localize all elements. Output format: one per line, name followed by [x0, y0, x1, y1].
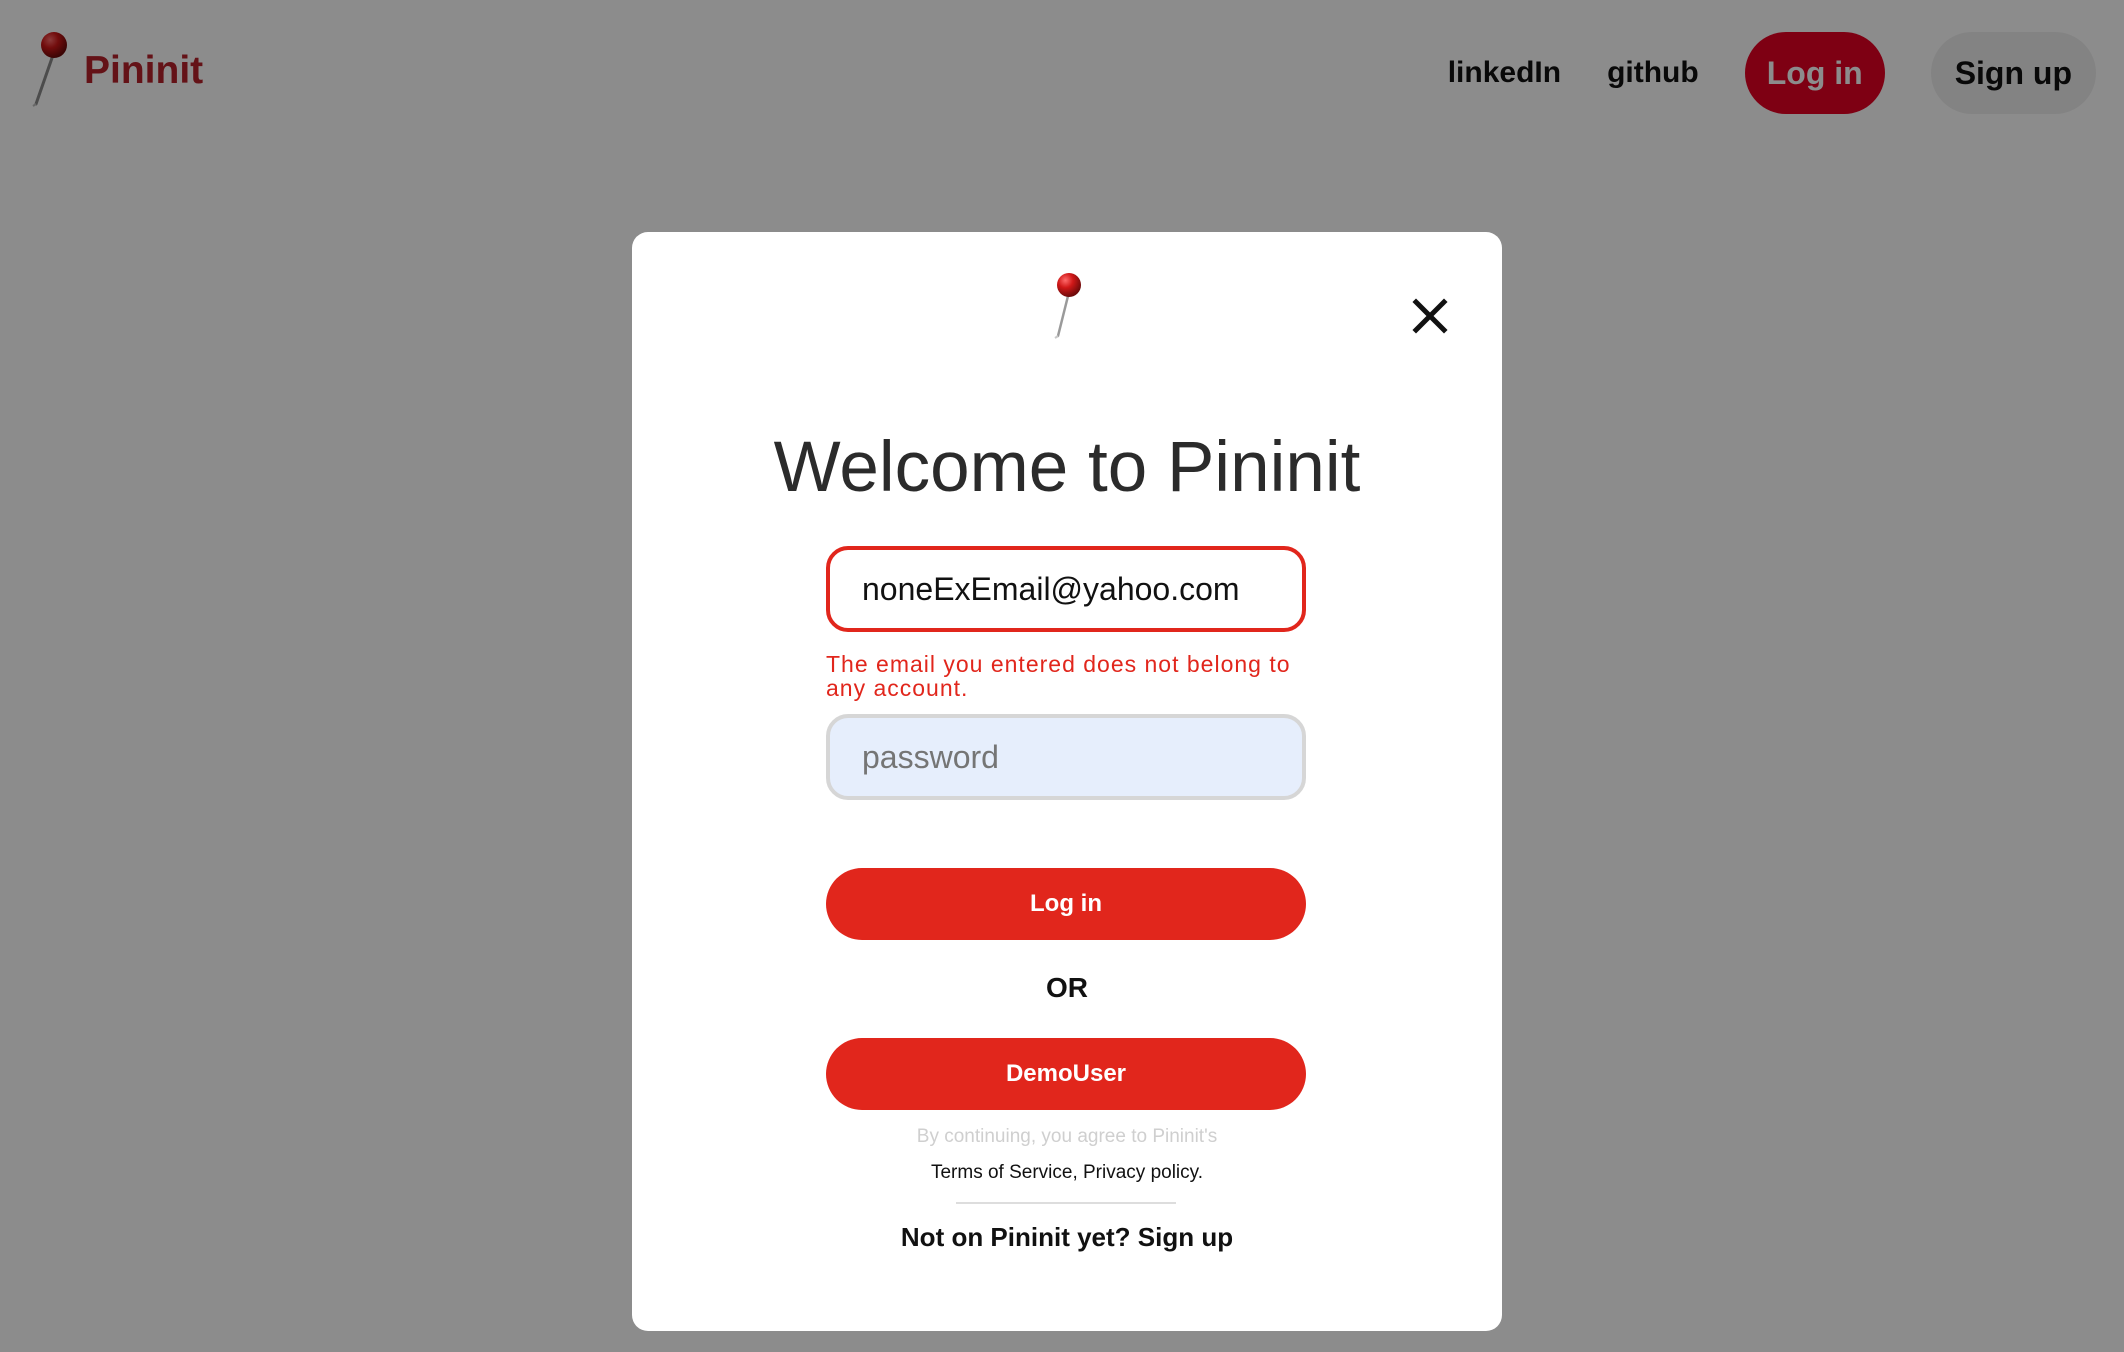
email-input[interactable]	[826, 546, 1306, 632]
login-button[interactable]: Log in	[826, 868, 1306, 940]
login-modal: Welcome to Pininit The email you entered…	[632, 232, 1502, 1331]
signup-link[interactable]: Not on Pininit yet? Sign up	[632, 1222, 1502, 1253]
or-divider-text: OR	[1046, 972, 1088, 1003]
pushpin-icon	[1054, 273, 1081, 339]
password-input[interactable]	[826, 714, 1306, 800]
terms-prefix-text: By continuing, you agree to Pininit's	[916, 1126, 1218, 1147]
email-error-message: The email you entered does not belong to…	[826, 651, 1291, 701]
demo-user-button[interactable]: DemoUser	[826, 1038, 1306, 1110]
modal-title: Welcome to Pininit	[773, 428, 1361, 507]
divider	[956, 1202, 1176, 1204]
terms-privacy-links[interactable]: Terms of Service, Privacy policy.	[632, 1162, 1502, 1184]
close-icon[interactable]	[1410, 296, 1450, 336]
